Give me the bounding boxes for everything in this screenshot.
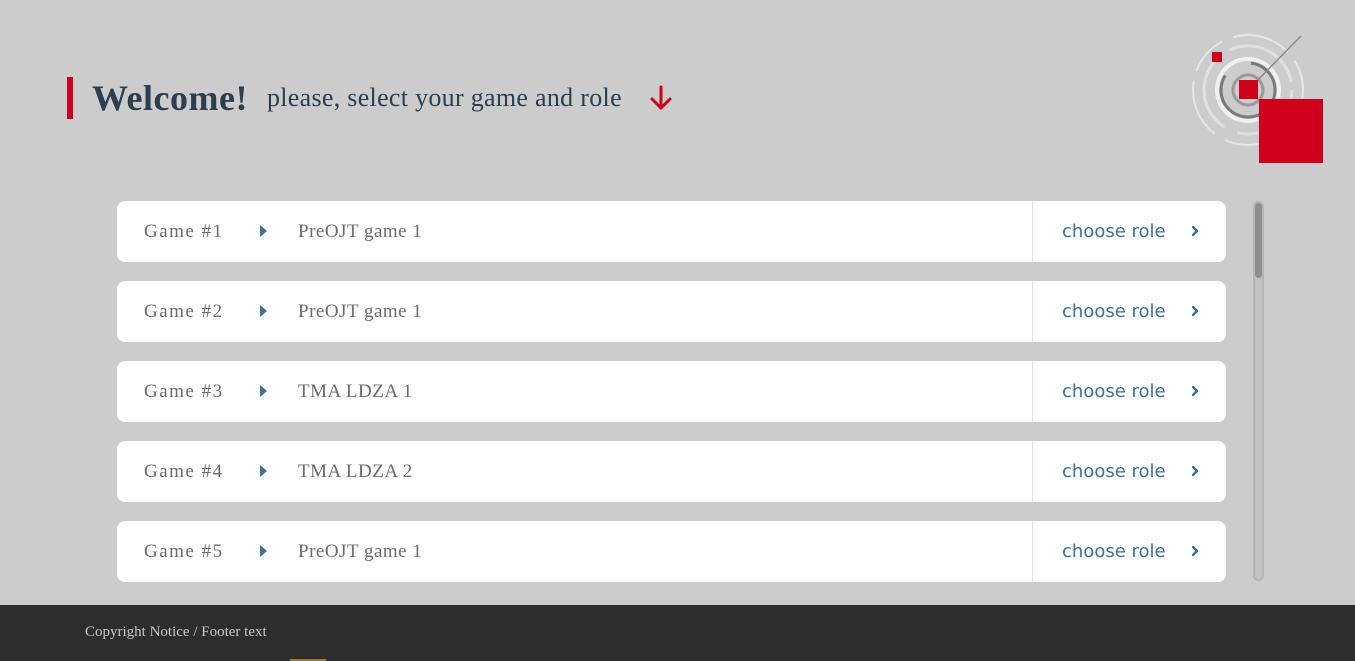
chevron-right-icon bbox=[1188, 464, 1202, 478]
scrollbar-thumb[interactable] bbox=[1255, 203, 1262, 278]
triangle-right-icon bbox=[260, 305, 267, 317]
footer-text: Copyright Notice / Footer text bbox=[85, 624, 267, 640]
chevron-right-icon bbox=[1188, 384, 1202, 398]
triangle-right-icon bbox=[260, 465, 267, 477]
game-list: Game #1 PreOJT game 1 choose role Game #… bbox=[117, 201, 1226, 601]
game-name: TMA LDZA 2 bbox=[298, 460, 413, 482]
choose-role-button[interactable]: choose role bbox=[1032, 361, 1226, 422]
welcome-title: Welcome! bbox=[92, 78, 248, 118]
choose-role-button[interactable]: choose role bbox=[1032, 201, 1226, 262]
arrow-down-icon bbox=[648, 84, 674, 112]
chevron-right-icon bbox=[1188, 224, 1202, 238]
chevron-right-icon bbox=[1188, 304, 1202, 318]
page-footer: Copyright Notice / Footer text bbox=[0, 605, 1355, 661]
game-row: Game #4 TMA LDZA 2 choose role bbox=[117, 441, 1226, 502]
choose-role-label: choose role bbox=[1062, 301, 1166, 322]
game-row: Game #3 TMA LDZA 1 choose role bbox=[117, 361, 1226, 422]
choose-role-button[interactable]: choose role bbox=[1032, 281, 1226, 342]
choose-role-label: choose role bbox=[1062, 381, 1166, 402]
game-name: TMA LDZA 1 bbox=[298, 380, 413, 402]
page-subtitle: please, select your game and role bbox=[266, 83, 622, 112]
game-name: PreOJT game 1 bbox=[298, 220, 423, 242]
choose-role-label: choose role bbox=[1062, 541, 1166, 562]
logo bbox=[1186, 30, 1328, 168]
game-name: PreOJT game 1 bbox=[298, 540, 423, 562]
game-number: Game #2 bbox=[144, 300, 224, 322]
choose-role-button[interactable]: choose role bbox=[1032, 441, 1226, 502]
game-number: Game #4 bbox=[144, 460, 224, 482]
triangle-right-icon bbox=[260, 545, 267, 557]
triangle-right-icon bbox=[260, 225, 267, 237]
game-number: Game #1 bbox=[144, 220, 224, 242]
choose-role-label: choose role bbox=[1062, 221, 1166, 242]
chevron-right-icon bbox=[1188, 544, 1202, 558]
page-header: Welcome! please, select your game and ro… bbox=[67, 77, 674, 119]
header-accent-bar bbox=[67, 77, 73, 119]
game-row: Game #2 PreOJT game 1 choose role bbox=[117, 281, 1226, 342]
triangle-right-icon bbox=[260, 385, 267, 397]
game-number: Game #3 bbox=[144, 380, 224, 402]
scrollbar-track[interactable] bbox=[1253, 201, 1264, 581]
game-row: Game #5 PreOJT game 1 choose role bbox=[117, 521, 1226, 582]
game-row: Game #1 PreOJT game 1 choose role bbox=[117, 201, 1226, 262]
choose-role-button[interactable]: choose role bbox=[1032, 521, 1226, 582]
choose-role-label: choose role bbox=[1062, 461, 1166, 482]
game-number: Game #5 bbox=[144, 540, 224, 562]
game-name: PreOJT game 1 bbox=[298, 300, 423, 322]
